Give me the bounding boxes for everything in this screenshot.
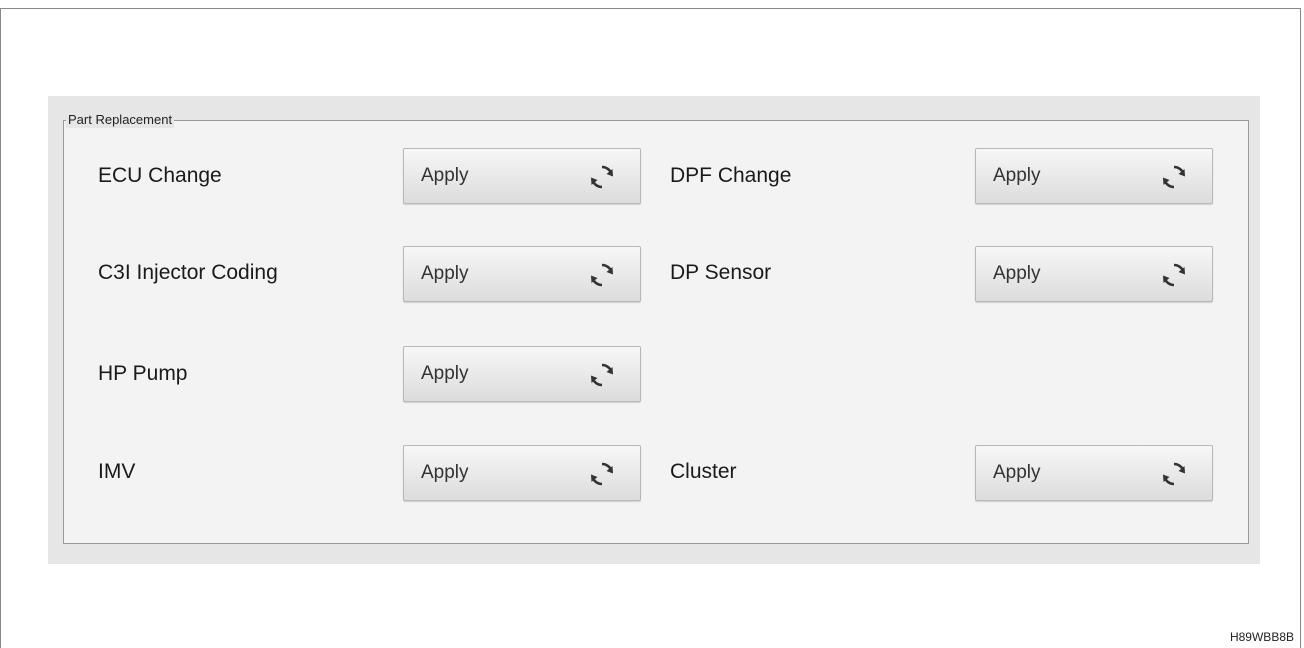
label-ecu-change: ECU Change: [98, 163, 222, 189]
figure-code: H89WBB8B: [1230, 630, 1294, 644]
group-title: Part Replacement: [66, 112, 174, 128]
refresh-icon: [1160, 163, 1188, 191]
apply-label: Apply: [993, 461, 1041, 485]
label-cluster: Cluster: [670, 459, 737, 485]
label-dp-sensor: DP Sensor: [670, 260, 771, 286]
cluster-apply-button[interactable]: Apply: [975, 445, 1213, 501]
label-dpf-change: DPF Change: [670, 163, 791, 189]
hp-pump-apply-button[interactable]: Apply: [403, 346, 641, 402]
apply-label: Apply: [421, 262, 469, 286]
refresh-icon: [588, 361, 616, 389]
refresh-icon: [1160, 460, 1188, 488]
refresh-icon: [588, 261, 616, 289]
apply-label: Apply: [421, 362, 469, 386]
c3i-injector-coding-apply-button[interactable]: Apply: [403, 246, 641, 302]
ecu-change-apply-button[interactable]: Apply: [403, 148, 641, 204]
apply-label: Apply: [993, 262, 1041, 286]
dp-sensor-apply-button[interactable]: Apply: [975, 246, 1213, 302]
label-hp-pump: HP Pump: [98, 361, 188, 387]
label-imv: IMV: [98, 459, 135, 485]
apply-label: Apply: [421, 164, 469, 188]
label-c3i-injector-coding: C3I Injector Coding: [98, 260, 278, 286]
refresh-icon: [588, 163, 616, 191]
apply-label: Apply: [421, 461, 469, 485]
refresh-icon: [588, 460, 616, 488]
imv-apply-button[interactable]: Apply: [403, 445, 641, 501]
refresh-icon: [1160, 261, 1188, 289]
apply-label: Apply: [993, 164, 1041, 188]
dpf-change-apply-button[interactable]: Apply: [975, 148, 1213, 204]
